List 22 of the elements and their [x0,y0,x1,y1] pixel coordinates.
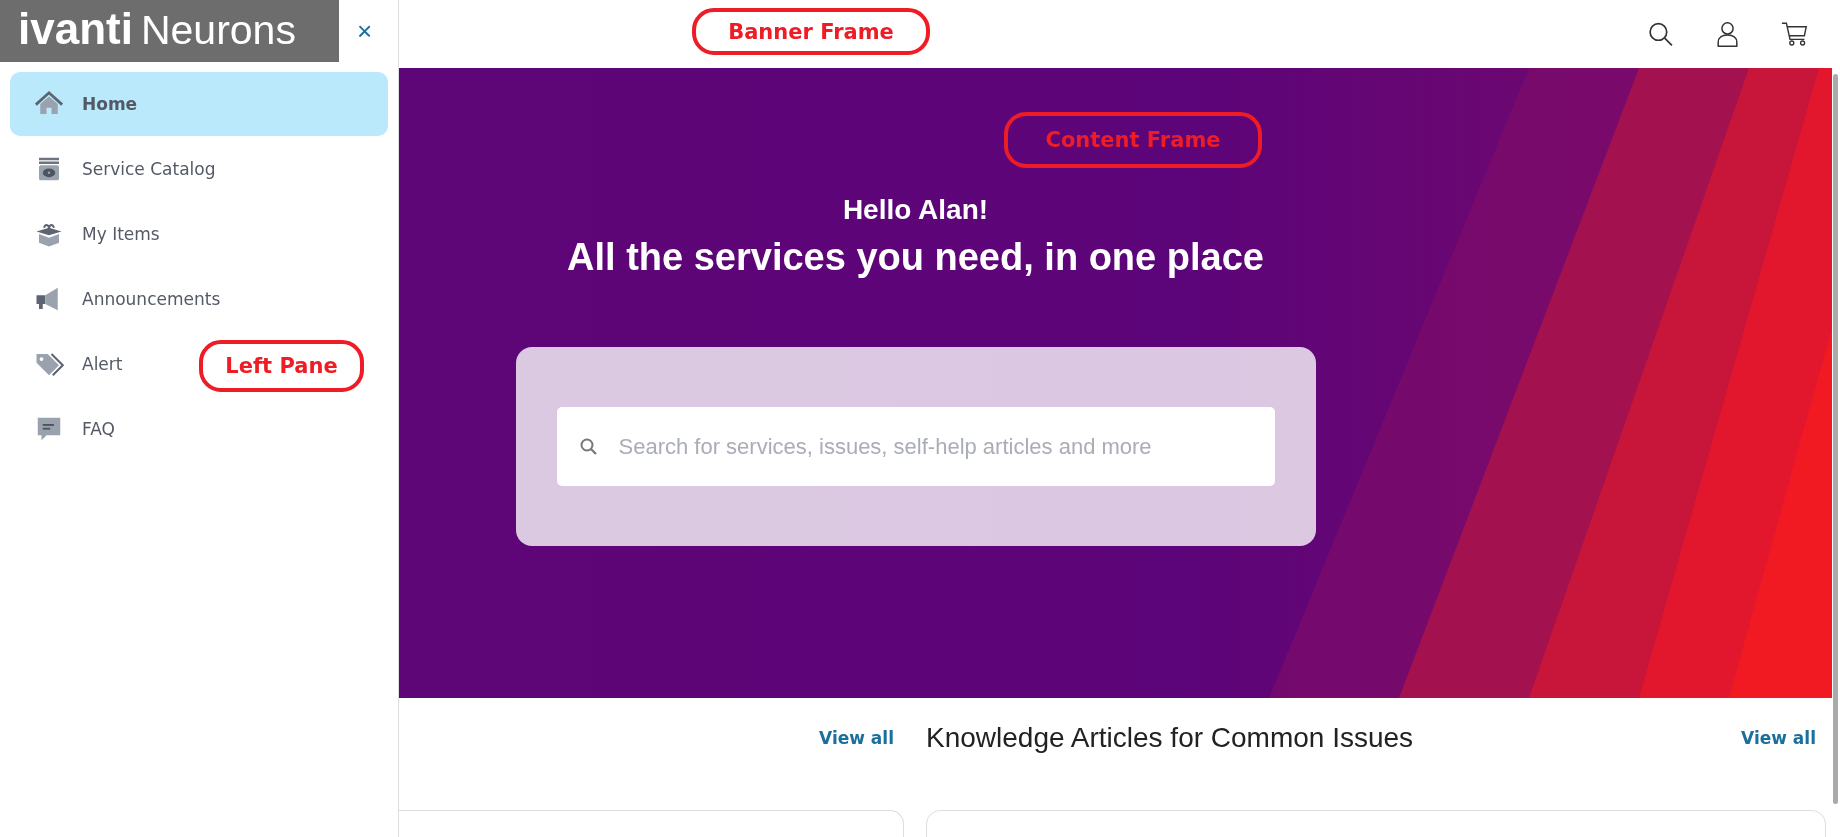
close-button[interactable]: × [357,15,373,47]
nav-item[interactable]: Home [10,72,388,136]
annotation-callout: Left Pane [199,340,364,392]
section-title: Knowledge Articles for Common Issues [926,722,1414,754]
logo: ivanti Neurons [0,0,339,62]
view-all-link[interactable]: View all [819,728,894,748]
nav-item[interactable]: Service Catalog [10,137,228,201]
nav-item[interactable]: My Items [10,202,172,266]
headline: All the services you need, in one place [567,236,1264,279]
greeting: Hello Alan! [842,194,989,226]
search-icon [578,436,599,457]
nav-item[interactable]: Announcements [10,267,233,331]
search-field[interactable]: Search for services, issues, self-help articles and more [556,407,1275,486]
user-icon[interactable] [1714,20,1741,48]
annotation-callout: Content Frame [1004,112,1262,168]
cart-icon[interactable] [1781,20,1808,48]
annotation-callout: Banner Frame [692,8,930,55]
search-icon[interactable] [1647,20,1674,48]
view-all-link[interactable]: View all [1741,728,1816,748]
scrollbar[interactable] [1833,74,1838,804]
nav-item[interactable]: Alert [10,332,135,396]
nav-item[interactable]: FAQ [10,397,127,461]
